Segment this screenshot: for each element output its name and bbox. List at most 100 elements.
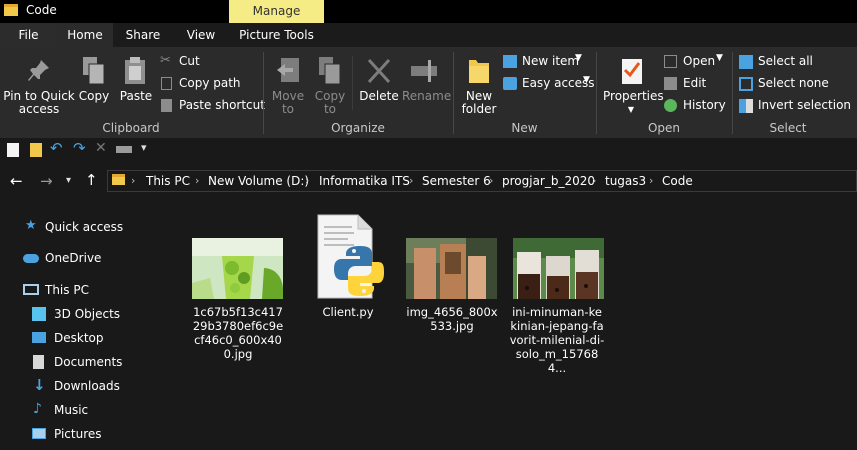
file-item[interactable]: img_4656_800x533.jpg: [402, 234, 502, 354]
pin-to-quick-access-button[interactable]: Pin to Quick access: [2, 54, 75, 118]
breadcrumb-code[interactable]: Code: [662, 174, 693, 188]
document-icon: [33, 355, 44, 369]
recent-locations-chevron-icon[interactable]: ▾: [66, 175, 71, 186]
edit-button[interactable]: Edit: [664, 76, 728, 92]
desktop-icon: [32, 332, 46, 343]
select-none-icon: [739, 77, 753, 91]
tab-manage[interactable]: Manage: [229, 0, 324, 23]
history-button[interactable]: History: [664, 98, 728, 114]
properties-button[interactable]: Properties ▼: [603, 54, 664, 118]
nav-item-desktop[interactable]: Desktop: [30, 330, 172, 348]
move-to-button[interactable]: Move to: [270, 54, 306, 118]
pin-icon: [28, 60, 49, 81]
delete-button[interactable]: Delete: [358, 54, 400, 118]
back-arrow-icon[interactable]: ←: [10, 172, 23, 190]
tab-view[interactable]: View: [173, 23, 229, 47]
up-arrow-icon[interactable]: ↑: [85, 171, 98, 189]
nav-label: Downloads: [54, 379, 120, 393]
clipboard-group-label: Clipboard: [102, 121, 160, 135]
file-item[interactable]: Client.py: [298, 210, 398, 350]
breadcrumb-new-volume[interactable]: New Volume (D:): [208, 174, 309, 188]
tab-share[interactable]: Share: [113, 23, 173, 47]
nav-label: This PC: [45, 283, 89, 297]
new-item-button[interactable]: New item ▼: [503, 53, 593, 70]
download-icon: ↓: [33, 376, 46, 394]
breadcrumb-tugas3[interactable]: tugas3: [605, 174, 646, 188]
copy-to-icon: [319, 57, 341, 85]
cloud-icon: [23, 254, 39, 263]
new-folder-icon: [469, 60, 489, 83]
paste-shortcut-label: Paste shortcut: [179, 98, 265, 112]
properties-icon[interactable]: [7, 143, 19, 157]
nav-label: 3D Objects: [54, 307, 121, 321]
history-icon: [664, 99, 677, 112]
rename-icon[interactable]: [116, 146, 132, 153]
window-title: Code: [26, 3, 57, 17]
copy-to-button[interactable]: Copy to: [312, 54, 348, 118]
select-all-button[interactable]: Select all: [739, 54, 857, 70]
new-folder-icon[interactable]: [30, 143, 42, 157]
chevron-down-icon: ▼: [716, 53, 723, 63]
delete-icon[interactable]: ✕: [95, 140, 107, 156]
nav-item-pictures[interactable]: Pictures: [30, 426, 172, 444]
chevron-right-icon: ›: [195, 174, 200, 187]
open-button[interactable]: Open ▼: [664, 53, 728, 70]
nav-label: Pictures: [54, 427, 102, 441]
paste-button[interactable]: Paste: [117, 54, 155, 118]
nav-item-music[interactable]: ♪ Music: [30, 401, 172, 420]
nav-item-onedrive[interactable]: OneDrive: [22, 250, 172, 268]
invert-selection-button[interactable]: Invert selection: [739, 98, 857, 114]
easy-access-button[interactable]: Easy access ▼: [503, 75, 595, 92]
image-thumbnail: [513, 238, 604, 299]
nav-label: Desktop: [54, 331, 104, 345]
properties-icon: [622, 59, 642, 84]
open-label: Open: [683, 54, 716, 68]
chevron-right-icon: ›: [489, 174, 494, 187]
clipboard-icon: [125, 57, 145, 84]
nav-label: Music: [54, 403, 89, 417]
nav-item-downloads[interactable]: ↓ Downloads: [30, 376, 172, 396]
nav-label: Quick access: [45, 220, 124, 234]
paste-shortcut-button[interactable]: Paste shortcut: [160, 98, 265, 114]
redo-icon[interactable]: ↷: [73, 139, 86, 157]
easy-access-icon: [503, 77, 517, 90]
pin-label-2: access: [18, 102, 60, 116]
undo-icon[interactable]: ↶: [50, 139, 63, 157]
cut-button[interactable]: ✂ Cut: [160, 53, 260, 70]
file-item[interactable]: ini-minuman-kekinian-jepang-favorit-mile…: [508, 234, 608, 375]
rename-button[interactable]: Rename: [402, 54, 451, 118]
history-label: History: [683, 98, 726, 112]
breadcrumb-semester-6[interactable]: Semester 6: [422, 174, 491, 188]
invert-selection-label: Invert selection: [758, 98, 852, 112]
nav-item-this-pc[interactable]: This PC: [22, 282, 172, 300]
copy-button[interactable]: Copy: [76, 54, 112, 118]
cube-icon: [32, 307, 46, 321]
forward-arrow-icon[interactable]: →: [40, 172, 53, 190]
open-group-label: Open: [647, 121, 681, 135]
nav-item-documents[interactable]: Documents: [30, 354, 172, 372]
breadcrumb-progjar[interactable]: progjar_b_2020: [502, 174, 595, 188]
tab-file[interactable]: File: [0, 23, 57, 47]
new-folder-button[interactable]: New folder: [458, 54, 500, 118]
new-item-icon: [503, 55, 517, 68]
chevron-down-icon: ▼: [627, 105, 635, 114]
nav-item-3d-objects[interactable]: 3D Objects: [30, 306, 172, 324]
move-to-label-2: to: [281, 102, 295, 116]
select-none-label: Select none: [758, 76, 829, 90]
select-none-button[interactable]: Select none: [739, 76, 857, 92]
breadcrumb-informatika-its[interactable]: Informatika ITS: [319, 174, 410, 188]
tab-picture-tools[interactable]: Picture Tools: [229, 23, 324, 47]
tab-home[interactable]: Home: [57, 23, 113, 47]
open-icon: [664, 55, 677, 68]
customize-toolbar-icon[interactable]: ▾: [141, 141, 147, 154]
edit-label: Edit: [683, 76, 707, 90]
nav-item-quick-access[interactable]: ★ Quick access: [22, 218, 172, 237]
copy-to-label-2: to: [323, 102, 337, 116]
select-all-icon: [739, 55, 753, 69]
delete-x-icon: [367, 58, 391, 84]
file-item[interactable]: 1c67b5f13c41729b3780ef6c9ecf46c0_600x400…: [188, 234, 288, 361]
chevron-down-icon: ▼: [583, 75, 590, 85]
scissors-icon: ✂: [160, 53, 171, 68]
breadcrumb-this-pc[interactable]: This PC: [146, 174, 190, 188]
copy-path-button[interactable]: Copy path: [160, 76, 260, 92]
